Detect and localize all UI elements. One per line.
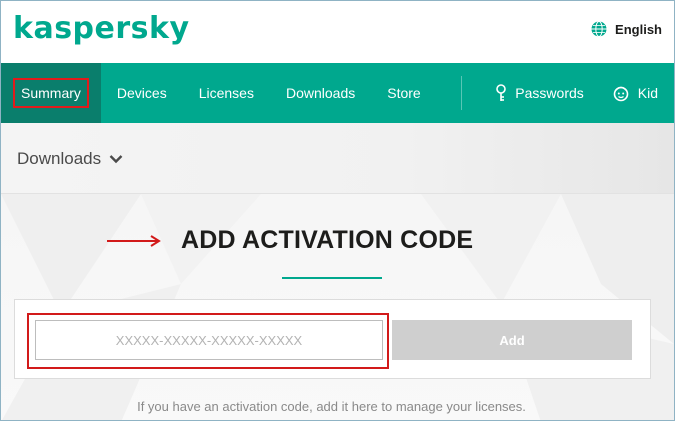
- nav-item-label: Licenses: [198, 85, 254, 101]
- globe-icon: [591, 21, 607, 37]
- breadcrumb-dropdown[interactable]: Downloads: [17, 149, 123, 169]
- activation-card: Add: [14, 299, 651, 379]
- page-title: ADD ACTIVATION CODE: [181, 226, 474, 254]
- nav-divider: [460, 76, 462, 110]
- chevron-down-icon: [109, 155, 123, 164]
- breadcrumb-label: Downloads: [17, 149, 102, 168]
- breadcrumb-bar: Downloads: [1, 123, 674, 194]
- nav-item-label: Devices: [116, 85, 167, 101]
- main-nav: Summary Devices Licenses Downloads Store…: [1, 63, 674, 123]
- top-bar: kaspersky English: [1, 1, 674, 63]
- kaspersky-logo[interactable]: kaspersky: [13, 11, 190, 46]
- helper-text: If you have an activation code, add it h…: [137, 399, 526, 414]
- nav-item-licenses[interactable]: Licenses: [183, 63, 270, 123]
- add-button[interactable]: Add: [392, 320, 632, 360]
- nav-item-label: Kid: [637, 85, 658, 101]
- key-icon: [496, 84, 507, 101]
- nav-item-label: Downloads: [285, 85, 356, 101]
- main-content: ADD ACTIVATION CODE Add If you have an a…: [1, 194, 674, 420]
- language-label: English: [615, 21, 662, 37]
- browser-frame: kaspersky English Summary Devices Licens…: [0, 0, 675, 421]
- nav-item-devices[interactable]: Devices: [101, 63, 183, 123]
- nav-item-label: Passwords: [515, 85, 584, 101]
- nav-item-downloads[interactable]: Downloads: [270, 63, 371, 123]
- nav-item-passwords[interactable]: Passwords: [479, 63, 599, 123]
- nav-item-store[interactable]: Store: [371, 63, 436, 123]
- nav-item-kid[interactable]: Kid: [600, 63, 674, 123]
- nav-item-summary[interactable]: Summary: [1, 63, 101, 123]
- kid-face-icon: [613, 86, 629, 102]
- activation-code-input[interactable]: [35, 320, 383, 360]
- title-underline: [282, 277, 382, 279]
- language-selector[interactable]: English: [591, 21, 662, 37]
- annotation-arrow: [107, 235, 161, 247]
- nav-item-label: Summary: [13, 78, 89, 108]
- nav-item-label: Store: [387, 85, 421, 101]
